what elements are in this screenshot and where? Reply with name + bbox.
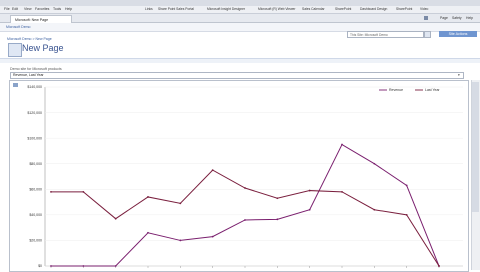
y-tick-label: $40,000 [29,213,42,217]
legend-label: Revenue [389,88,403,92]
dropdown-value: Revenue, Last Year [13,73,44,78]
data-point [147,231,149,234]
data-point [211,169,214,172]
page-icon [8,43,22,57]
data-point [50,265,52,267]
data-point [373,208,376,211]
menu-favorites[interactable]: Favorites [35,7,49,11]
favorite-links[interactable]: Links [145,7,153,11]
data-point [405,184,408,187]
help-menu-button[interactable]: Help [466,16,473,20]
data-point [114,217,117,220]
data-point [244,219,246,221]
favorite-insight-designer[interactable]: Microsoft Insight Designer [207,7,245,11]
line-chart: $0 $20,000 $40,000 $60,000 $80,000 $100,000 $1… [27,85,463,268]
webpart-description: Demo site for Microsoft products [10,67,62,71]
data-point [82,265,85,267]
page-title: New Page [22,43,64,53]
data-point [179,202,182,205]
series-dropdown[interactable]: Revenue, Last Year [10,72,464,79]
tab-bar [0,14,480,23]
data-point [308,189,311,192]
tab-new-page[interactable]: Microsoft: New Page [10,15,72,23]
data-point [341,143,343,146]
search-scope-label: This Site: Microsoft Demo [350,32,388,37]
favorite-video[interactable]: Video [420,7,428,11]
y-tick-label: $80,000 [29,162,42,166]
menu-tools[interactable]: Tools [53,7,61,11]
y-tick-label: $20,000 [29,239,42,243]
series-line-last-year [51,169,440,267]
page-menu-button[interactable]: Page [440,16,448,20]
site-link[interactable]: Microsoft Demo [6,25,31,29]
data-point [438,265,440,267]
breadcrumb[interactable]: Microsoft Demo > New Page [7,37,52,41]
data-point [276,218,279,221]
header-divider [0,58,480,63]
search-scope-input[interactable]: This Site: Microsoft Demo [347,31,424,38]
favorite-web-viewer[interactable]: Microsoft (R) Web Viewer [258,7,295,11]
search-button[interactable] [424,31,431,38]
favorite-sales-portal[interactable]: Share Point Sales Portal [158,7,194,11]
data-point [373,162,376,165]
data-point [405,213,408,216]
y-tick-label: $140,000 [27,85,42,89]
favorite-sharepoint-2[interactable]: SharePoint [396,7,412,11]
home-icon[interactable] [424,16,428,20]
scrollbar-thumb[interactable] [472,82,479,212]
legend-label: Last Year [425,88,440,92]
favorite-dashboard-design[interactable]: Dashboard Design [360,7,387,11]
data-point [114,265,117,267]
tab-label: Microsoft: New Page [15,17,49,22]
menu-file[interactable]: File [4,7,10,11]
data-point [308,208,311,211]
data-point [276,197,279,200]
site-actions-button[interactable]: Site Actions [439,31,477,37]
data-point [50,190,52,193]
data-point [179,239,182,242]
data-point [211,235,214,238]
favorites-bar: Links Share Point Sales Portal Microsoft… [80,6,452,13]
menu-edit[interactable]: Edit [12,7,18,11]
menu-help[interactable]: Help [65,7,72,11]
y-tick-label: $60,000 [29,187,42,191]
y-tick-label: $100,000 [27,136,42,140]
data-point [147,196,149,198]
favorite-sales-calendar[interactable]: Sales Calendar [302,7,325,11]
favorite-sharepoint[interactable]: SharePoint [335,7,351,11]
safety-menu-button[interactable]: Safety [452,16,462,20]
data-point [244,187,246,189]
y-tick-label: $120,000 [27,111,42,115]
menu-view[interactable]: View [24,7,32,11]
chevron-down-icon[interactable]: ▾ [458,73,460,77]
y-tick-label: $0 [38,264,42,268]
data-point [341,190,343,193]
series-line-revenue [51,143,440,267]
data-point [82,190,85,193]
